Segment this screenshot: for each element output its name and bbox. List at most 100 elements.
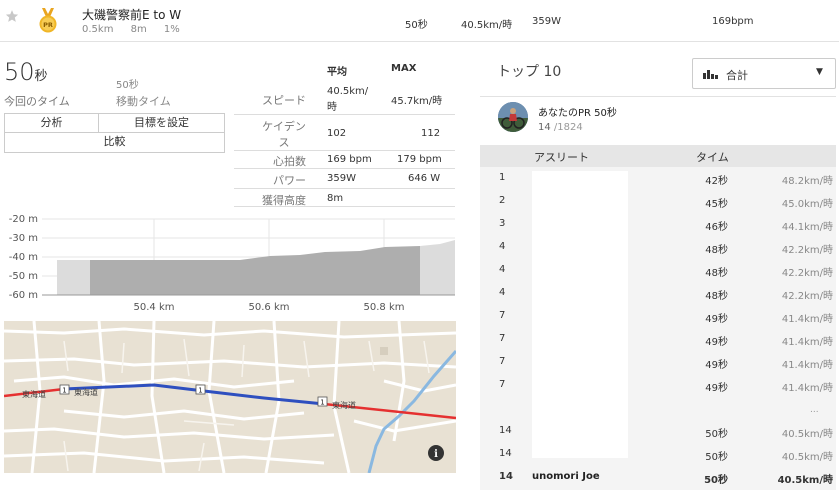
stats-avg-cadence: 102: [327, 128, 347, 139]
stats-max-heart-rate: 179 bpm: [397, 154, 442, 165]
elevation-profile-chart[interactable]: -20 m -30 m -40 m -50 m -60 m 50.4 km 50…: [0, 212, 460, 314]
stats-divider: [234, 114, 455, 115]
stats-max-cadence: 112: [421, 128, 441, 139]
table-row[interactable]: 4 48秒 42.2km/時: [480, 259, 836, 282]
table-row[interactable]: 2 45秒 45.0km/時: [480, 190, 836, 213]
row-rank: 7: [499, 310, 506, 321]
row-time: 49秒: [705, 337, 728, 348]
col-athlete-header[interactable]: アスリート: [534, 149, 589, 165]
row-time: 45秒: [705, 199, 728, 210]
stats-label-heart-rate: 心拍数: [273, 155, 306, 168]
table-row[interactable]: 7 49秒 41.4km/時: [480, 351, 836, 374]
header-speed: 40.5km/時: [461, 20, 513, 31]
segment-grade: 1%: [163, 24, 180, 35]
stats-label-cadence: ケイデンス: [262, 120, 306, 149]
pr-medal-icon: PR: [39, 8, 57, 33]
row-time: 48秒: [705, 268, 728, 279]
stats-avg-elevation-gain: 8m: [327, 193, 344, 204]
x-tick: 50.6 km: [249, 302, 290, 313]
row-time: 48秒: [705, 245, 728, 256]
row-speed: 40.5km/時: [781, 452, 833, 463]
table-row[interactable]: 3 46秒 44.1km/時: [480, 213, 836, 236]
route-number: 1: [62, 387, 66, 395]
row-rank: 7: [499, 356, 506, 367]
pr-badge-text: PR: [43, 21, 53, 29]
table-row[interactable]: 7 49秒 41.4km/時: [480, 305, 836, 328]
compare-button[interactable]: 比較: [5, 133, 224, 152]
row-time: 50秒: [705, 452, 728, 463]
row-rank: 7: [499, 379, 506, 390]
stats-divider: [234, 150, 455, 151]
row-speed: 40.5km/時: [777, 475, 833, 486]
stats-label-power: パワー: [273, 174, 306, 187]
star-icon[interactable]: [5, 9, 19, 23]
row-time: 49秒: [705, 314, 728, 325]
my-rank-value: 14: [538, 122, 551, 133]
col-time-header[interactable]: タイム: [696, 149, 729, 165]
segment-header: PR 大磯警察前E to W 0.5km 8m 1% 50秒 40.5km/時 …: [0, 0, 839, 42]
row-speed: 42.2km/時: [781, 268, 833, 279]
stats-max-header: MAX: [391, 63, 417, 74]
row-speed: 40.5km/時: [781, 429, 833, 440]
chevron-down-icon: ▼: [816, 67, 823, 77]
avatar[interactable]: [498, 102, 528, 132]
row-speed: 42.2km/時: [781, 245, 833, 256]
row-speed: 42.2km/時: [781, 291, 833, 302]
row-rank: 2: [499, 195, 506, 206]
bar-chart-icon: [703, 70, 718, 79]
y-tick: -50 m: [9, 271, 38, 282]
table-row[interactable]: 4 48秒 42.2km/時: [480, 282, 836, 305]
road-label: 東海道: [332, 400, 356, 410]
table-row[interactable]: 4 48秒 42.2km/時: [480, 236, 836, 259]
table-row[interactable]: 7 49秒 41.4km/時: [480, 374, 836, 397]
stats-avg-header: 平均: [327, 67, 347, 78]
analysis-button[interactable]: 分析: [5, 114, 99, 133]
map-canvas[interactable]: 東海道 1 東海道 1 1 東海道 i: [4, 321, 456, 473]
stats-max-speed: 45.7km/時: [391, 96, 443, 107]
stats-divider: [234, 168, 455, 169]
y-tick: -60 m: [9, 290, 38, 301]
row-speed: 41.4km/時: [781, 383, 833, 394]
row-speed: 41.4km/時: [781, 337, 833, 348]
table-row[interactable]: 14 50秒 40.5km/時: [480, 420, 836, 443]
segment-meta: 0.5km 8m 1%: [82, 24, 190, 35]
route-number: 1: [320, 399, 324, 407]
row-speed: 48.2km/時: [781, 176, 833, 187]
x-tick: 50.8 km: [364, 302, 405, 313]
effort-time-label: 今回のタイム: [4, 95, 70, 108]
road-label: 東海道: [74, 387, 98, 397]
leaderboard-filter-select[interactable]: 合計 ▼: [692, 58, 836, 89]
row-athlete-name[interactable]: unomori Joe: [532, 471, 600, 482]
table-row[interactable]: 14 50秒 40.5km/時: [480, 443, 836, 466]
map-info-icon[interactable]: i: [428, 445, 444, 461]
route-number: 1: [198, 387, 202, 395]
panel-divider: [480, 96, 836, 97]
segment-elevation: 8m: [130, 24, 147, 35]
row-rank: 1: [499, 172, 506, 183]
row-time: 48秒: [705, 291, 728, 302]
row-rank: 14: [499, 425, 512, 436]
leaderboard-title: トップ 10: [497, 64, 562, 80]
y-tick: -40 m: [9, 252, 38, 263]
my-leaderboard-row[interactable]: 14 unomori Joe 50秒 40.5km/時: [480, 466, 836, 489]
my-rank-total: /1824: [553, 122, 583, 133]
x-tick: 50.4 km: [134, 302, 175, 313]
segment-name[interactable]: 大磯警察前E to W: [82, 6, 181, 23]
road-label: 東海道: [22, 389, 46, 399]
elevation-area-outside: [57, 260, 90, 295]
moving-time-label: 移動タイム: [116, 95, 171, 108]
row-time: 49秒: [705, 360, 728, 371]
row-time: 50秒: [705, 429, 728, 440]
row-rank: 4: [499, 264, 506, 275]
table-row[interactable]: 7 49秒 41.4km/時: [480, 328, 836, 351]
row-speed: 44.1km/時: [781, 222, 833, 233]
segment-map[interactable]: 東海道 1 東海道 1 1 東海道 i: [4, 321, 456, 473]
table-row[interactable]: 1 42秒 48.2km/時: [480, 167, 836, 190]
leaderboard-header: アスリート タイム: [480, 145, 836, 167]
segment-distance: 0.5km: [82, 24, 114, 35]
set-goal-button[interactable]: 目標を設定: [99, 114, 224, 133]
row-speed: 41.4km/時: [781, 360, 833, 371]
row-speed: 45.0km/時: [781, 199, 833, 210]
moving-time-value: 50秒: [116, 80, 139, 91]
row-time: 46秒: [705, 222, 728, 233]
